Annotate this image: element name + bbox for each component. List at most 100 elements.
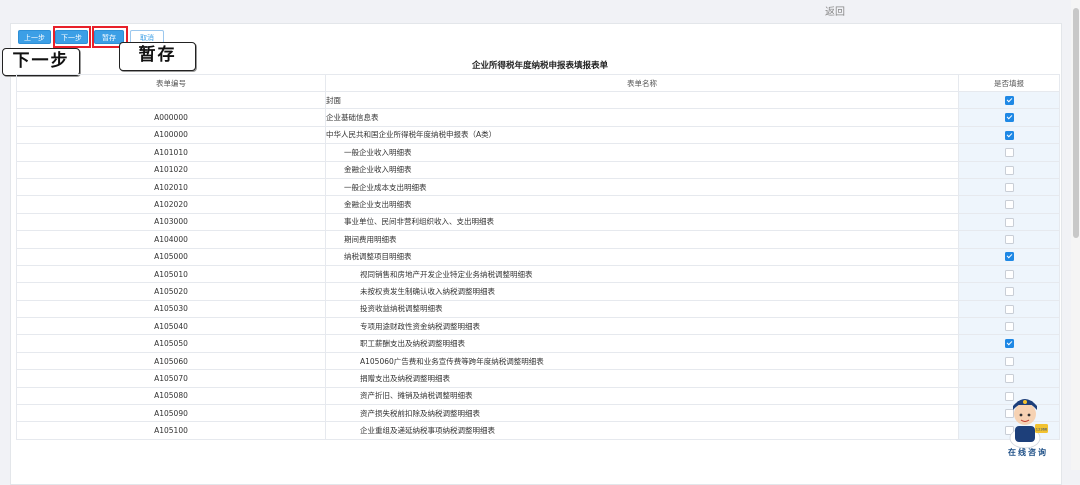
table-row: A102010 一般企业成本支出明细表 xyxy=(16,177,1060,197)
row-fill-cell xyxy=(958,212,1060,232)
row-fill-cell xyxy=(958,282,1060,301)
row-fill-cell xyxy=(958,230,1060,249)
row-fill-cell xyxy=(958,264,1060,284)
fill-checkbox[interactable] xyxy=(1004,356,1014,366)
table-row: A105030 投资收益纳税调整明细表 xyxy=(16,299,1060,319)
row-fill-cell xyxy=(958,108,1060,127)
table-row: A105010 视同销售和房地产开发企业特定业务纳税调整明细表 xyxy=(16,264,1060,284)
row-fill-cell xyxy=(958,143,1060,162)
row-code: A105090 xyxy=(16,404,326,423)
row-fill-cell xyxy=(958,125,1060,145)
row-name: 资产损失税前扣除及纳税调整明细表 xyxy=(360,408,480,418)
scrollbar-thumb[interactable] xyxy=(1073,8,1079,238)
row-code xyxy=(16,90,326,110)
fill-checkbox[interactable] xyxy=(1004,148,1014,158)
row-name: 金融企业支出明细表 xyxy=(344,200,412,210)
row-fill-cell xyxy=(958,369,1060,388)
row-fill-cell xyxy=(958,177,1060,197)
report-table: 表单编号 表单名称 是否填报 封面 A000000 企业基础信息表 A100000 中华… xyxy=(16,74,1060,440)
fill-checkbox[interactable] xyxy=(1004,182,1014,192)
row-code: A105060 xyxy=(16,351,326,371)
row-code: A105070 xyxy=(16,369,326,388)
row-name: 投资收益纳税调整明细表 xyxy=(360,304,443,314)
row-code: A105000 xyxy=(16,247,326,266)
row-name: 纳税调整项目明细表 xyxy=(344,252,412,262)
row-name: 职工薪酬支出及纳税调整明细表 xyxy=(360,339,465,349)
row-code: A105010 xyxy=(16,264,326,284)
table-row: 封面 xyxy=(16,90,1060,110)
row-code: A105080 xyxy=(16,386,326,406)
fill-checkbox[interactable] xyxy=(1004,200,1014,210)
row-name: 资产折旧、摊销及纳税调整明细表 xyxy=(360,391,473,401)
form-title: 企业所得税年度纳税申报表填报表单 xyxy=(471,61,608,71)
table-row: A103000 事业单位、民间非营利组织收入、支出明细表 xyxy=(16,212,1060,232)
table-row: A105050 职工薪酬支出及纳税调整明细表 xyxy=(16,334,1060,353)
row-name: 专项用途财政性资金纳税调整明细表 xyxy=(360,321,480,331)
row-fill-cell xyxy=(958,334,1060,353)
row-code: A105020 xyxy=(16,282,326,301)
fill-checkbox[interactable] xyxy=(1004,130,1014,140)
next-step-button[interactable]: 下一步 xyxy=(55,30,88,44)
row-code: A101010 xyxy=(16,143,326,162)
table-row: A105070 捐赠支出及纳税调整明细表 xyxy=(16,369,1060,388)
row-code: A105100 xyxy=(16,421,326,440)
row-fill-cell xyxy=(958,195,1060,214)
row-code: A104000 xyxy=(16,230,326,249)
row-fill-cell xyxy=(958,317,1060,336)
table-row: A105020 未按权责发生制确认收入纳税调整明细表 xyxy=(16,282,1060,301)
column-header-name: 表单名称 xyxy=(325,74,959,92)
fill-checkbox[interactable] xyxy=(1004,113,1014,123)
row-name: 企业重组及递延纳税事项纳税调整明细表 xyxy=(360,426,495,436)
prev-step-button[interactable]: 上一步 xyxy=(18,30,51,44)
fill-checkbox[interactable] xyxy=(1004,322,1014,332)
fill-checkbox[interactable] xyxy=(1004,287,1014,297)
online-consult-label[interactable]: 在线咨询 xyxy=(1008,447,1048,458)
fill-checkbox[interactable] xyxy=(1004,95,1014,105)
mascot-badge: 12366 xyxy=(1036,428,1048,432)
row-name: 企业基础信息表 xyxy=(326,113,379,123)
column-header-code: 表单编号 xyxy=(16,74,326,92)
fill-checkbox[interactable] xyxy=(1004,252,1014,262)
table-row: A105100 企业重组及递延纳税事项纳税调整明细表 xyxy=(16,421,1060,440)
row-name: 一般企业成本支出明细表 xyxy=(344,182,427,192)
table-header-row: 表单编号 表单名称 是否填报 xyxy=(16,74,1060,92)
row-fill-cell xyxy=(958,351,1060,371)
table-row: A100000 中华人民共和国企业所得税年度纳税申报表（A类） xyxy=(16,125,1060,145)
table-row: A105040 专项用途财政性资金纳税调整明细表 xyxy=(16,317,1060,336)
table-row: A101010 一般企业收入明细表 xyxy=(16,143,1060,162)
row-code: A100000 xyxy=(16,125,326,145)
row-code: A103000 xyxy=(16,212,326,232)
fill-checkbox[interactable] xyxy=(1004,269,1014,279)
fill-checkbox[interactable] xyxy=(1004,304,1014,314)
row-name: 一般企业收入明细表 xyxy=(344,147,412,157)
fill-checkbox[interactable] xyxy=(1004,217,1014,227)
table-row: A000000 企业基础信息表 xyxy=(16,108,1060,127)
row-name: 未按权责发生制确认收入纳税调整明细表 xyxy=(360,286,495,296)
page-scrollbar[interactable] xyxy=(1071,0,1080,470)
fill-checkbox[interactable] xyxy=(1004,339,1014,349)
row-code: A105040 xyxy=(16,317,326,336)
row-code: A105050 xyxy=(16,334,326,353)
table-row: A105090 资产损失税前扣除及纳税调整明细表 xyxy=(16,404,1060,423)
table-row: A105080 资产折旧、摊销及纳税调整明细表 xyxy=(16,386,1060,406)
row-name: 捐赠支出及纳税调整明细表 xyxy=(360,373,450,383)
table-row: A105000 纳税调整项目明细表 xyxy=(16,247,1060,266)
fill-checkbox[interactable] xyxy=(1004,235,1014,245)
row-code: A000000 xyxy=(16,108,326,127)
row-name: A105060广告费和业务宣传费等跨年度纳税调整明细表 xyxy=(360,356,544,366)
column-header-filled: 是否填报 xyxy=(958,74,1060,92)
row-name: 事业单位、民间非营利组织收入、支出明细表 xyxy=(344,217,494,227)
row-code: A102010 xyxy=(16,177,326,197)
row-code: A105030 xyxy=(16,299,326,319)
table-row: A102020 金融企业支出明细表 xyxy=(16,195,1060,214)
row-fill-cell xyxy=(958,90,1060,110)
back-link[interactable]: 返回 xyxy=(825,3,845,18)
row-fill-cell xyxy=(958,160,1060,179)
row-name: 封面 xyxy=(326,95,341,105)
fill-checkbox[interactable] xyxy=(1004,165,1014,175)
table-row: A105060 A105060广告费和业务宣传费等跨年度纳税调整明细表 xyxy=(16,351,1060,371)
row-fill-cell xyxy=(958,299,1060,319)
row-name: 期间费用明细表 xyxy=(344,234,397,244)
fill-checkbox[interactable] xyxy=(1004,374,1014,384)
row-name: 金融企业收入明细表 xyxy=(344,165,412,175)
